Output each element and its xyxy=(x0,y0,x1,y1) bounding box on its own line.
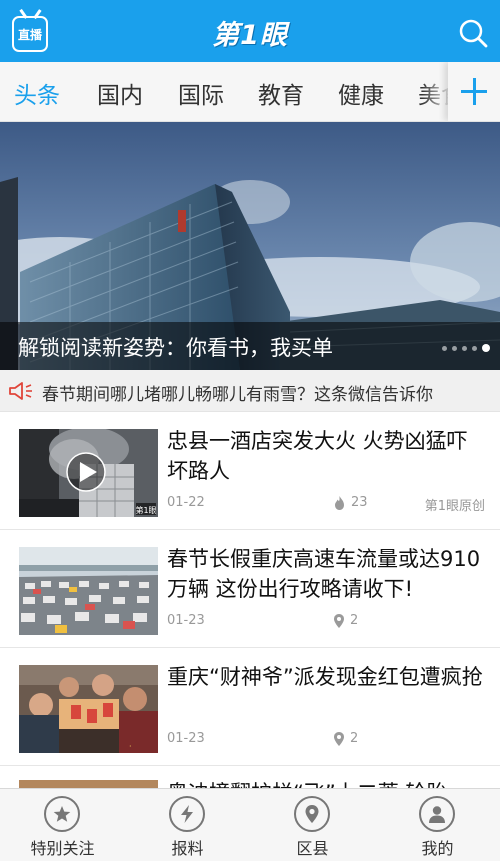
carousel-dot xyxy=(452,345,457,351)
news-item[interactable]: 春节长假重庆高速车流量或达910万辆 这份出行攻略请收下! 01-23 2 xyxy=(0,530,500,648)
tab-domestic[interactable]: 国内 xyxy=(97,76,143,110)
tab-headlines[interactable]: 头条 xyxy=(14,76,60,110)
news-date: 01-22 xyxy=(167,495,205,510)
news-source: 第1眼原创 xyxy=(424,499,485,514)
news-stat: 2 xyxy=(334,613,358,628)
news-date: 01-23 xyxy=(167,731,205,746)
speaker-icon xyxy=(9,382,32,400)
news-stat: 2 xyxy=(334,731,358,746)
location-pin-icon xyxy=(334,731,344,746)
svg-text:·: · xyxy=(129,742,132,751)
app-header: 直播 第1眼 xyxy=(0,0,500,62)
news-stat-count: 2 xyxy=(350,731,359,746)
lightning-icon xyxy=(169,796,205,832)
channel-tabs: 头条 国内 国际 教育 健康 美食 xyxy=(0,62,500,122)
nav-report[interactable]: 报料 xyxy=(125,789,250,861)
carousel-indicator xyxy=(442,344,490,352)
news-stat: 23 xyxy=(334,495,368,510)
svg-text:第1眼: 第1眼 xyxy=(135,505,156,515)
nav-districts[interactable]: 区县 xyxy=(250,789,375,861)
hero-banner[interactable]: 解锁阅读新姿势：你看书，我买单 xyxy=(0,122,500,370)
tab-education[interactable]: 教育 xyxy=(258,76,304,110)
tab-international[interactable]: 国际 xyxy=(178,76,224,110)
live-label: 直播 xyxy=(17,28,42,42)
location-pin-icon xyxy=(294,796,330,832)
news-thumbnail: 第1眼 xyxy=(19,429,158,517)
carousel-dot xyxy=(442,345,447,351)
search-icon xyxy=(459,19,488,48)
location-pin-icon xyxy=(334,613,344,628)
nav-label: 区县 xyxy=(296,839,329,858)
hero-title: 解锁阅读新姿势：你看书，我买单 xyxy=(18,336,333,360)
live-tv-button[interactable]: 直播 xyxy=(12,16,48,52)
news-title: 重庆“财神爷”派发现金红包遭疯抢 xyxy=(167,665,483,689)
news-thumbnail: · xyxy=(19,665,158,753)
news-meta: 01-23 2 xyxy=(167,731,485,751)
user-icon xyxy=(419,796,455,832)
nav-label: 报料 xyxy=(171,839,204,858)
search-button[interactable] xyxy=(458,18,488,48)
bottom-nav: 特别关注 报料 区县 我的 xyxy=(0,788,500,861)
carousel-dot-active xyxy=(482,344,490,352)
carousel-dot xyxy=(462,345,467,351)
add-channel-button[interactable] xyxy=(448,62,500,121)
news-meta: 01-23 2 xyxy=(167,613,485,633)
news-item[interactable]: 第1眼 忠县一酒店突发大火 火势凶猛吓坏路人 01-22 23 第1眼原创 xyxy=(0,412,500,530)
logo-text: 第1眼 xyxy=(212,19,288,51)
news-thumbnail xyxy=(19,547,158,635)
carousel-dot xyxy=(472,345,477,351)
news-title: 春节长假重庆高速车流量或达910万辆 这份出行攻略请收下! xyxy=(167,547,481,601)
tab-health[interactable]: 健康 xyxy=(338,76,384,110)
nav-special-focus[interactable]: 特别关注 xyxy=(0,789,125,861)
news-meta: 01-22 23 第1眼原创 xyxy=(167,495,485,515)
fire-icon xyxy=(335,495,344,510)
news-list: 第1眼 忠县一酒店突发大火 火势凶猛吓坏路人 01-22 23 第1眼原创 春节… xyxy=(0,412,500,806)
nav-mine[interactable]: 我的 xyxy=(375,789,500,861)
news-title: 忠县一酒店突发大火 火势凶猛吓坏路人 xyxy=(167,429,468,483)
star-icon xyxy=(44,796,80,832)
news-stat-count: 23 xyxy=(351,495,368,510)
news-ticker[interactable]: 春节期间哪儿堵哪儿畅哪儿有雨雪？这条微信告诉你 xyxy=(0,370,500,412)
nav-label: 特别关注 xyxy=(30,839,95,858)
play-icon[interactable] xyxy=(67,453,105,491)
app-logo: 第1眼 xyxy=(200,14,300,51)
nav-label: 我的 xyxy=(421,839,454,858)
news-item[interactable]: · 重庆“财神爷”派发现金红包遭疯抢 01-23 2 xyxy=(0,648,500,766)
news-stat-count: 2 xyxy=(350,613,359,628)
news-date: 01-23 xyxy=(167,613,205,628)
ticker-text: 春节期间哪儿堵哪儿畅哪儿有雨雪？这条微信告诉你 xyxy=(42,385,433,405)
hero-caption: 解锁阅读新姿势：你看书，我买单 xyxy=(0,322,500,370)
